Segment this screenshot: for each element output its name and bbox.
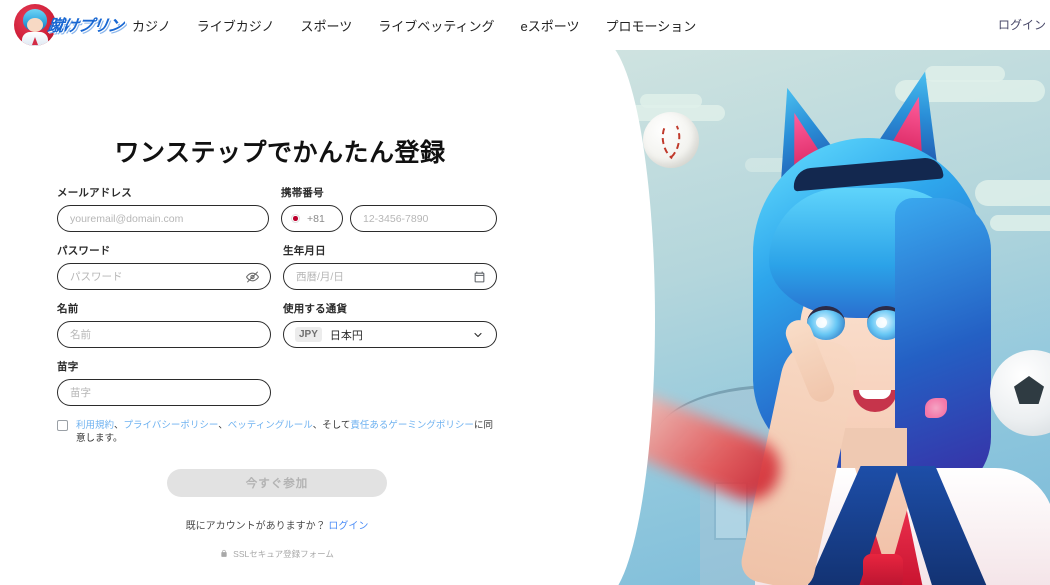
form-row-2: パスワード 生年月日 — [57, 243, 497, 290]
currency-label: 使用する通貨 — [283, 303, 348, 315]
existing-account-row: 既にアカウントがありますか？ ログイン — [57, 517, 497, 532]
baseball-icon — [641, 112, 701, 168]
calendar-icon[interactable] — [473, 270, 486, 283]
country-code-value: +81 — [307, 212, 325, 225]
lastname-input[interactable] — [70, 380, 258, 405]
form-row-1: メールアドレス 携帯番号 +81 — [57, 185, 497, 232]
lastname-field-group: 苗字 — [57, 359, 271, 406]
password-input-box[interactable] — [57, 263, 271, 290]
submit-row: 今すぐ参加 — [57, 469, 497, 497]
lock-icon — [220, 549, 228, 560]
phone-field-group: 携帯番号 +81 — [281, 185, 497, 232]
phone-input-box[interactable] — [350, 205, 497, 232]
join-now-button[interactable]: 今すぐ参加 — [167, 469, 387, 497]
password-input[interactable] — [70, 264, 258, 289]
character-hair-front — [895, 198, 991, 498]
email-input[interactable] — [70, 206, 256, 231]
logo-wordmark: 蹴けプリン — [46, 18, 124, 35]
email-input-box[interactable] — [57, 205, 269, 232]
terms-sep: 、 — [114, 420, 124, 431]
ssl-text: SSLセキュア登録フォーム — [233, 549, 334, 559]
soccer-ball-pentagon — [1014, 376, 1044, 404]
header-login-link[interactable]: ログイン — [998, 16, 1046, 33]
lastname-input-box[interactable] — [57, 379, 271, 406]
nav-item-casino[interactable]: カジノ — [132, 16, 171, 35]
nav-item-live-casino[interactable]: ライブカジノ — [197, 16, 275, 35]
terms-text: 利用規約、プライバシーポリシー、ベッティングルール、そして責任あるゲーミングポリ… — [76, 419, 497, 445]
terms-agreement-row: 利用規約、プライバシーポリシー、ベッティングルール、そして責任あるゲーミングポリ… — [57, 419, 497, 445]
cloud-icon — [640, 94, 702, 108]
form-row-3: 名前 使用する通貨 JPY 日本円 — [57, 301, 497, 348]
terms-sep: 、 — [218, 420, 228, 431]
form-spacer — [283, 359, 497, 406]
birthdate-input-box[interactable] — [283, 263, 497, 290]
site-header: 蹴けプリン カジノ ライブカジノ スポーツ ライブベッティング eスポーツ プロ… — [0, 0, 1050, 50]
lastname-label: 苗字 — [57, 361, 79, 373]
chevron-down-icon[interactable] — [472, 329, 484, 341]
email-field-group: メールアドレス — [57, 185, 269, 232]
ssl-notice: SSLセキュア登録フォーム — [57, 548, 497, 560]
birthdate-label: 生年月日 — [283, 245, 326, 257]
registration-form: メールアドレス 携帯番号 +81 — [57, 185, 497, 560]
existing-account-text: 既にアカウントがありますか？ — [185, 521, 326, 532]
terms-link-betting[interactable]: ベッティングルール — [228, 420, 313, 431]
phone-input-row: +81 — [281, 205, 497, 232]
firstname-input[interactable] — [70, 322, 258, 347]
country-code-selector[interactable]: +81 — [281, 205, 343, 232]
currency-name: 日本円 — [329, 329, 363, 342]
existing-account-login-link[interactable]: ログイン — [328, 521, 368, 532]
currency-select[interactable]: JPY 日本円 — [283, 321, 497, 348]
terms-link-privacy[interactable]: プライバシーポリシー — [124, 420, 219, 431]
phone-label: 携帯番号 — [281, 187, 324, 199]
site-logo[interactable]: 蹴けプリン — [14, 3, 124, 47]
phone-input[interactable] — [363, 206, 484, 231]
jp-flag-icon — [291, 214, 300, 223]
logo-face — [27, 18, 43, 32]
uniform-ribbon — [863, 554, 903, 585]
anime-character — [737, 68, 1050, 585]
email-label: メールアドレス — [57, 187, 132, 199]
terms-sep: 、そして — [312, 420, 351, 431]
header-actions: ログイン — [998, 16, 1046, 33]
firstname-field-group: 名前 — [57, 301, 271, 348]
password-field-group: パスワード — [57, 243, 271, 290]
nav-item-live-betting[interactable]: ライブベッティング — [378, 16, 494, 35]
registration-panel: ワンステップでかんたん登録 メールアドレス 携帯番号 +81 — [0, 50, 598, 585]
currency-field-group: 使用する通貨 JPY 日本円 — [283, 301, 497, 348]
hero-illustration — [595, 50, 1050, 585]
birthdate-input[interactable] — [296, 264, 484, 289]
form-row-4: 苗字 — [57, 359, 497, 406]
nav-item-sports[interactable]: スポーツ — [301, 16, 353, 35]
terms-link-responsible-gaming[interactable]: 責任あるゲーミングポリシー — [350, 420, 474, 431]
nav-item-esports[interactable]: eスポーツ — [520, 16, 579, 35]
page-title: ワンステップでかんたん登録 — [114, 139, 446, 167]
nav-item-promotions[interactable]: プロモーション — [605, 16, 696, 35]
main-navigation: カジノ ライブカジノ スポーツ ライブベッティング eスポーツ プロモーション — [132, 16, 696, 35]
cherry-blossom-icon — [925, 398, 947, 418]
currency-code-badge: JPY — [295, 327, 322, 342]
terms-checkbox[interactable] — [57, 420, 68, 431]
birthdate-field-group: 生年月日 — [283, 243, 497, 290]
terms-link-tos[interactable]: 利用規約 — [76, 420, 114, 431]
password-label: パスワード — [57, 245, 111, 257]
firstname-label: 名前 — [57, 303, 79, 315]
firstname-input-box[interactable] — [57, 321, 271, 348]
eye-off-icon[interactable] — [246, 270, 259, 283]
